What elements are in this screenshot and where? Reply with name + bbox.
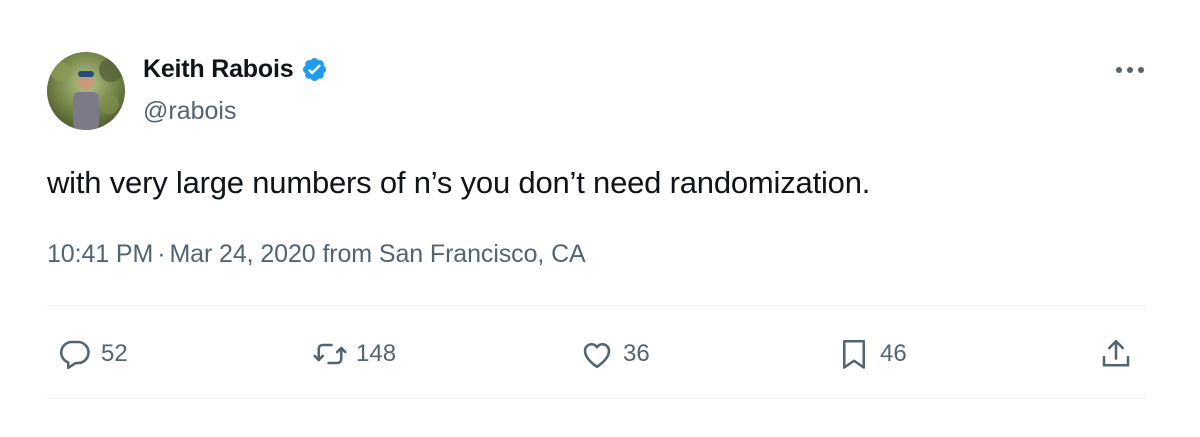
divider	[47, 398, 1147, 399]
reply-button[interactable]: 52	[57, 336, 128, 372]
more-dots-icon[interactable]	[1114, 63, 1146, 77]
bookmark-count: 46	[880, 340, 907, 367]
retweet-button[interactable]: 148	[312, 336, 396, 372]
verified-badge-icon	[301, 56, 328, 83]
share-icon[interactable]	[1098, 336, 1134, 372]
share-button[interactable]	[1098, 336, 1134, 372]
author-handle[interactable]: @rabois	[143, 97, 236, 126]
avatar-photo-icon	[47, 52, 125, 130]
reply-icon[interactable]	[57, 336, 93, 372]
reply-count: 52	[101, 340, 128, 367]
tweet-date[interactable]: Mar 24, 2020	[169, 240, 315, 268]
tweet-text: with very large numbers of n’s you don’t…	[47, 165, 871, 200]
tweet-location: from San Francisco, CA	[322, 240, 586, 268]
heart-icon[interactable]	[579, 336, 615, 372]
tweet-card: Keith Rabois @rabois with very large num…	[0, 0, 1200, 437]
meta-separator: ·	[157, 240, 166, 268]
like-count: 36	[623, 340, 650, 367]
author-name-row[interactable]: Keith Rabois	[143, 55, 328, 84]
author-name[interactable]: Keith Rabois	[143, 55, 294, 84]
bookmark-icon[interactable]	[836, 336, 872, 372]
divider	[47, 305, 1147, 306]
bookmark-button[interactable]: 46	[836, 336, 907, 372]
retweet-icon[interactable]	[312, 336, 348, 372]
avatar[interactable]	[47, 52, 125, 130]
tweet-meta: 10:41 PM · Mar 24, 2020 from San Francisco…	[47, 240, 586, 269]
retweet-count: 148	[356, 340, 397, 367]
like-button[interactable]: 36	[579, 336, 650, 372]
tweet-time[interactable]: 10:41 PM	[47, 240, 153, 268]
